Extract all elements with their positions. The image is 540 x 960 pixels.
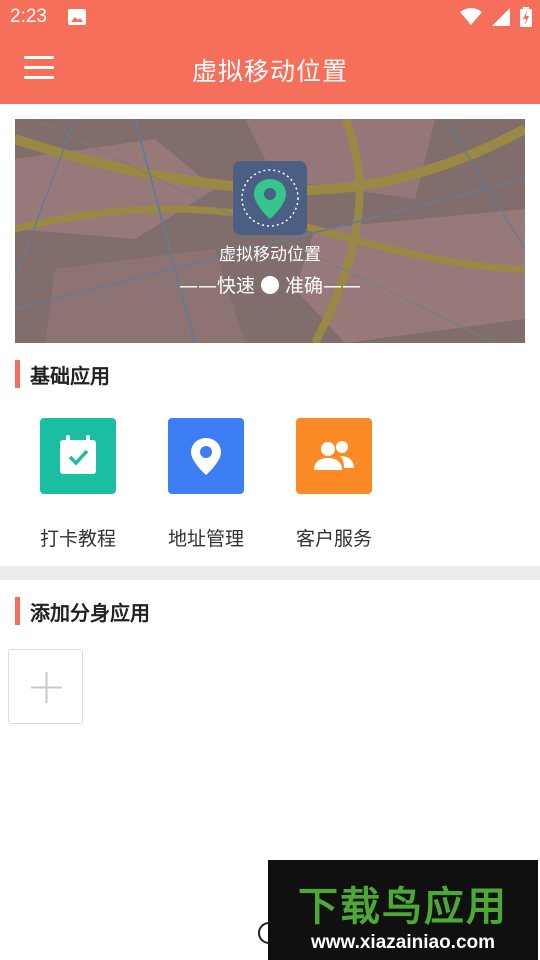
signal-icon [492,8,510,26]
banner-title: 虚拟移动位置 [219,245,321,265]
status-time: 2:23 [10,6,47,27]
section-basic-title: 基础应用 [30,363,110,388]
app-customer-service[interactable]: 客户服务 [279,418,389,551]
section-basic-header: 基础应用 [15,360,110,388]
watermark-url: www.xiazainiao.com [310,932,496,953]
section-clone-title: 添加分身应用 [30,600,150,625]
banner-subtitle: ——快速 准确—— [178,275,362,297]
app-address-manage[interactable]: 地址管理 [151,418,261,551]
app-bar: 虚拟移动位置 [0,36,540,104]
calendar-check-icon [40,418,116,494]
status-bar: 2:23 [0,0,540,36]
app-title: 虚拟移动位置 [191,57,348,86]
basic-apps-grid: 打卡教程 地址管理 客户服务 [0,418,540,558]
app-checkin-tutorial[interactable]: 打卡教程 [23,418,133,551]
banner[interactable]: 虚拟移动位置 ——快速 准确—— [15,119,525,343]
status-icons [460,7,532,27]
image-notification-icon [68,9,86,25]
dot-icon [261,275,279,294]
plus-icon [31,672,62,703]
wifi-icon [460,8,482,25]
users-icon [296,418,372,494]
section-divider [0,566,540,580]
app-label: 地址管理 [167,528,244,550]
battery-icon [520,7,532,27]
add-clone-app-button[interactable] [8,649,83,724]
watermark-logo: 下载鸟应用 www.xiazainiao.com [268,860,538,960]
app-label: 客户服务 [295,528,372,550]
app-label: 打卡教程 [39,528,116,550]
location-app-icon [233,161,307,235]
location-pin-icon [168,418,244,494]
watermark-title: 下载鸟应用 [298,884,508,930]
section-clone-header: 添加分身应用 [15,597,150,625]
